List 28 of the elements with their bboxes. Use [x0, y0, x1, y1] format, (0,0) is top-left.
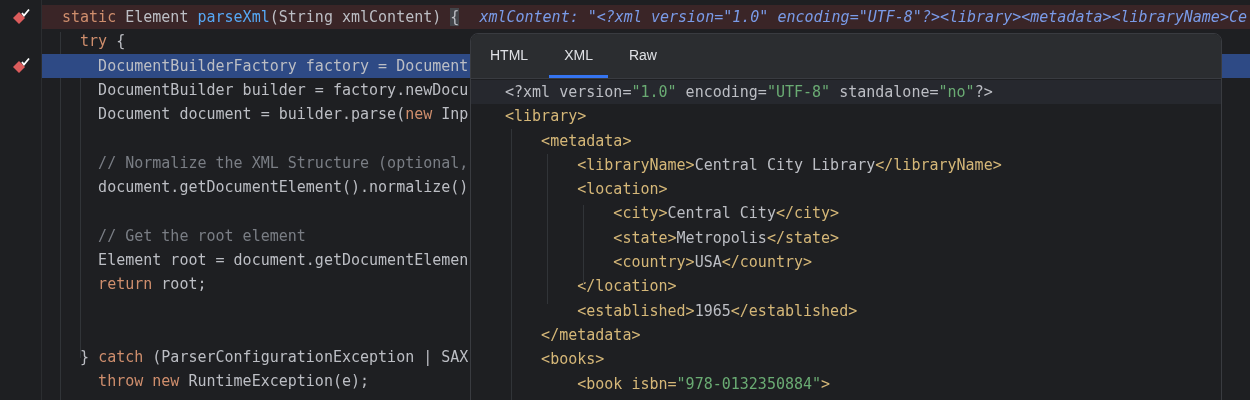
code-line: try {: [79, 31, 126, 53]
xml-line: <book isbn="978-0132350884">: [576, 374, 831, 393]
xml-line: <location>: [576, 180, 668, 199]
xml-line: <?xml version="1.0" encoding="UTF-8" standalone="no"?>: [505, 83, 993, 101]
xml-line: <libraryName>Central City Library</libraryName>: [576, 155, 1002, 174]
xml-line: <metadata>: [540, 131, 632, 150]
code-line: DocumentBuilder builder = factory.newDocu: [97, 79, 469, 101]
code-line: } catch (ParserConfigurationException | SAX: [79, 347, 469, 369]
xml-line: <library>: [505, 107, 587, 126]
xml-line: <country>USA</country>: [612, 253, 813, 272]
code-line: return root;: [97, 274, 207, 296]
code-line: Element root = document.getDocumentElemen: [97, 249, 469, 271]
xml-line: </metadata>: [540, 325, 641, 344]
code-line: document.getDocumentElement().normalize(): [97, 177, 469, 199]
inline-value-hint: xmlContent: "<?xml version="1.0" encoding="UTF-8"?><library><metadata><libraryName>Ce: [479, 7, 1247, 28]
code-line: DocumentBuilderFactory factory = Document: [97, 55, 469, 77]
view-tab[interactable]: Raw: [613, 34, 672, 78]
code-line: Document document = builder.parse(new Inp: [97, 104, 469, 126]
code-line: // Get the root element: [97, 225, 306, 247]
xml-line: <city>Central City</city>: [612, 204, 840, 223]
code-line: // Normalize the XML Structure (optional,: [97, 152, 469, 174]
code-line: static Element parseXml(String xmlContent) {: [62, 7, 460, 28]
xml-line: <established>1965</established>: [576, 301, 858, 320]
view-tab[interactable]: HTML: [475, 34, 544, 78]
xml-line: </location>: [576, 277, 677, 296]
xml-line: <state>Metropolis</state>: [612, 228, 840, 247]
xml-line: <books>: [540, 350, 605, 369]
code-line: throw new RuntimeException(e);: [97, 371, 370, 393]
